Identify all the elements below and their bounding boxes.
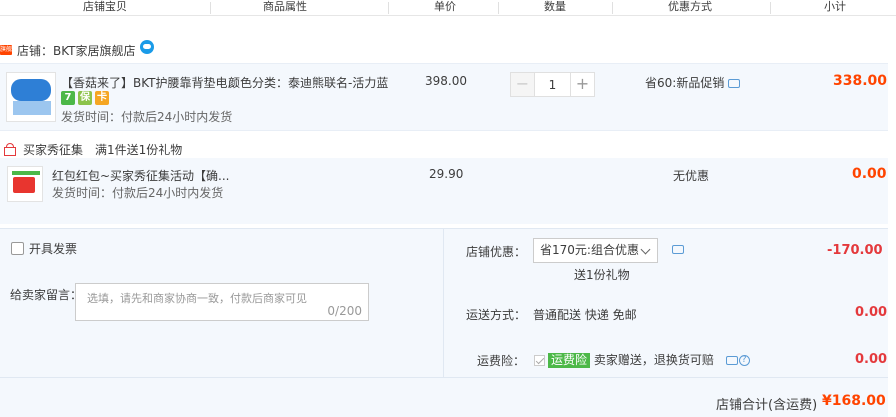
guarantee-icon[interactable]: 保 <box>78 91 92 105</box>
header-separator <box>210 2 211 14</box>
credit-card-icon[interactable]: 卡 <box>95 91 109 105</box>
promo-text: 无优惠 <box>673 169 710 183</box>
message-char-count: 0/200 <box>327 304 362 318</box>
header-col-promo: 优惠方式 <box>668 0 712 13</box>
cart-table-header: 店铺宝贝 商品属性 单价 数量 优惠方式 小计 <box>0 0 896 16</box>
seller-message-textarea[interactable]: 选填，请先和商家协商一致，付款后商家可见 0/200 <box>75 283 369 321</box>
header-col-subtotal: 小计 <box>824 0 846 13</box>
chevron-down-icon <box>640 244 651 255</box>
shop-total-value: ¥168.00 <box>822 393 886 409</box>
insurance-label: 运费险： <box>477 354 526 368</box>
header-separator <box>770 2 771 14</box>
service-badges: 7 保 卡 <box>61 91 109 105</box>
product-property: 颜色分类：泰迪熊联名-活力蓝 <box>228 76 389 90</box>
item-subtotal: 0.00 <box>852 166 887 182</box>
header-col-price: 单价 <box>434 0 456 13</box>
quantity-stepper: − 1 + <box>510 72 595 97</box>
invoice-option[interactable]: 开具发票 <box>11 240 77 257</box>
order-summary-panel: 开具发票 给卖家留言： 选填，请先和商家协商一致，付款后商家可见 0/200 店… <box>0 228 888 417</box>
thumbnail-red-envelope <box>13 177 35 193</box>
gift-group-name: 买家秀征集 <box>23 142 84 157</box>
panel-divider <box>443 229 444 377</box>
shop-name-link[interactable]: BKT家居旗舰店 <box>53 42 136 59</box>
thumbnail-green-strip <box>12 171 40 175</box>
ship-time: 发货时间：付款后24小时内发货 <box>61 110 233 124</box>
panel-divider <box>0 377 888 378</box>
gift-box-shape <box>4 147 16 156</box>
invoice-checkbox[interactable] <box>11 242 24 255</box>
gift-group-rule: 满1件送1份礼物 <box>95 142 183 157</box>
promo-text: 省60:新品促销 <box>645 76 725 90</box>
header-col-property: 商品属性 <box>263 0 307 13</box>
insurance-amount: 0.00 <box>855 352 888 367</box>
thumbnail-pillow-shape <box>11 79 51 101</box>
shop-discount-select[interactable]: 省170元:组合优惠 <box>533 238 658 263</box>
delivery-method: 普通配送 快递 免邮 <box>533 308 637 322</box>
product-title-link[interactable]: 红包红包~买家秀征集活动【确... <box>52 167 230 184</box>
header-separator <box>612 2 613 14</box>
tmall-shop-icon: 旗舰 <box>0 45 13 55</box>
thumbnail-base-shape <box>13 101 51 115</box>
shop-discount-value: 省170元:组合优惠 <box>540 243 639 257</box>
wangwang-chat-icon[interactable] <box>139 40 154 54</box>
insurance-info: 运费险 卖家赠送，退换货可赔 ? <box>534 351 750 368</box>
unit-price: 398.00 <box>425 74 467 88</box>
item-subtotal: 338.00 <box>833 73 888 89</box>
insurance-text: 卖家赠送，退换货可赔 <box>593 353 714 367</box>
comment-icon[interactable] <box>672 245 684 254</box>
delivery-amount: 0.00 <box>855 305 888 320</box>
header-col-item: 店铺宝贝 <box>83 0 127 13</box>
quantity-decrease-button[interactable]: − <box>510 72 535 97</box>
comment-icon[interactable] <box>728 79 741 88</box>
gift-group-row: 买家秀征集 满1件送1份礼物 <box>0 141 182 157</box>
ship-time: 发货时间：付款后24小时内发货 <box>52 186 224 200</box>
product-title-link[interactable]: 【香菇来了】BKT护腰靠背垫电... <box>61 74 239 91</box>
header-separator <box>498 2 499 14</box>
comment-icon[interactable] <box>725 356 738 365</box>
shop-discount-amount: -170.00 <box>827 243 883 258</box>
promo-info: 省60:新品促销 <box>645 74 741 91</box>
delivery-label: 运送方式： <box>466 308 527 322</box>
header-separator <box>388 2 389 14</box>
quantity-input[interactable]: 1 <box>535 72 570 97</box>
seven-day-return-icon[interactable]: 7 <box>61 91 75 105</box>
gift-icon <box>3 142 19 156</box>
message-label: 给卖家留言： <box>10 288 83 302</box>
shop-row: 旗舰 店铺： BKT家居旗舰店 <box>0 40 154 60</box>
product-thumbnail[interactable] <box>6 72 56 122</box>
insurance-tag: 运费险 <box>548 353 591 368</box>
insurance-checkbox[interactable] <box>534 355 545 366</box>
shop-discount-label: 店铺优惠： <box>466 245 527 259</box>
shop-discount-gift: 送1份礼物 <box>574 268 630 282</box>
cart-item-row: 红包红包~买家秀征集活动【确... 发货时间：付款后24小时内发货 29.90 … <box>0 158 888 224</box>
product-thumbnail[interactable] <box>7 166 43 202</box>
invoice-label: 开具发票 <box>29 242 78 256</box>
header-col-quantity: 数量 <box>544 0 566 13</box>
message-placeholder: 选填，请先和商家协商一致，付款后商家可见 <box>87 292 307 305</box>
unit-price: 29.90 <box>429 167 464 181</box>
help-icon[interactable]: ? <box>738 355 750 366</box>
cart-item-row: 【香菇来了】BKT护腰靠背垫电... 7 保 卡 发货时间：付款后24小时内发货… <box>0 63 888 131</box>
shop-total-label: 店铺合计(含运费) <box>716 398 818 413</box>
quantity-increase-button[interactable]: + <box>570 72 595 97</box>
shop-label: 店铺： <box>17 43 54 58</box>
